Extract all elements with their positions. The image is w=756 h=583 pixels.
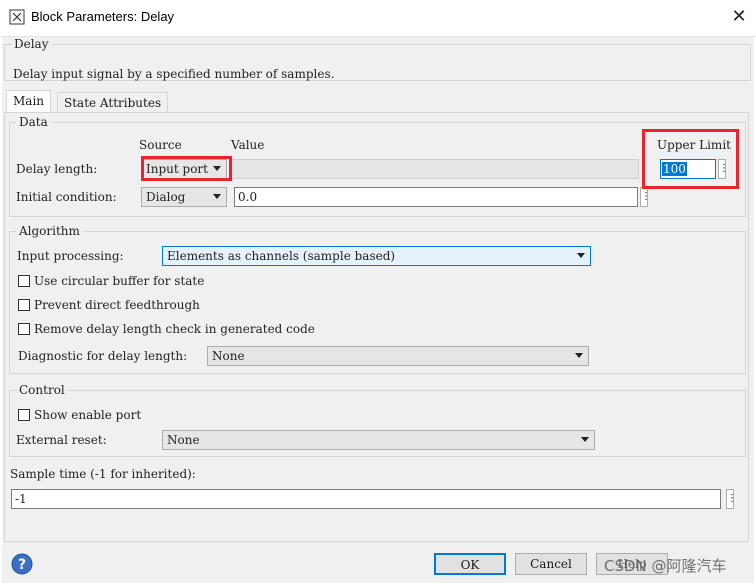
- sample-time-input[interactable]: -1: [11, 489, 721, 509]
- tab-state-attributes[interactable]: State Attributes: [57, 92, 169, 113]
- circular-buffer-checkbox[interactable]: [18, 275, 30, 287]
- delay-length-value-field: [231, 159, 639, 179]
- sample-time-more-icon[interactable]: ⋮: [726, 489, 737, 509]
- external-reset-dropdown[interactable]: None: [162, 430, 595, 450]
- remove-check-checkbox[interactable]: [18, 323, 30, 335]
- block-description-group: Delay Delay input signal by a specified …: [4, 37, 751, 81]
- external-reset-value: None: [167, 433, 200, 447]
- cancel-button[interactable]: Cancel: [515, 553, 587, 575]
- value-column-header: Value: [231, 138, 265, 152]
- help-icon[interactable]: ?: [11, 553, 33, 575]
- delay-length-label: Delay length:: [16, 162, 98, 176]
- initial-condition-label: Initial condition:: [16, 190, 117, 204]
- initial-condition-input[interactable]: 0.0: [234, 187, 638, 207]
- diagnostic-label: Diagnostic for delay length:: [18, 349, 188, 363]
- close-icon[interactable]: ✕: [726, 4, 752, 30]
- input-processing-dropdown[interactable]: Elements as channels (sample based): [162, 246, 591, 266]
- simulink-block-icon: [9, 9, 25, 25]
- initial-condition-source-value: Dialog: [146, 190, 186, 204]
- external-reset-label: External reset:: [16, 433, 107, 447]
- input-processing-label: Input processing:: [17, 249, 124, 263]
- dialog-panel: Delay Delay input signal by a specified …: [2, 37, 754, 583]
- chevron-down-icon: [575, 353, 583, 358]
- prevent-feedthrough-label: Prevent direct feedthrough: [34, 298, 200, 312]
- initial-condition-value: 0.0: [238, 190, 258, 204]
- chevron-down-icon: [213, 194, 221, 199]
- input-processing-value: Elements as channels (sample based): [167, 249, 396, 263]
- sample-time-label: Sample time (-1 for inherited):: [10, 467, 196, 481]
- source-highlight-box: [141, 156, 232, 181]
- remove-check-label: Remove delay length check in generated c…: [34, 322, 315, 336]
- ok-button[interactable]: OK: [434, 553, 506, 575]
- block-name: Delay: [14, 37, 49, 51]
- chevron-down-icon: [581, 437, 589, 442]
- watermark: CSDN @阿隆汽车: [604, 557, 727, 575]
- source-column-header: Source: [139, 138, 182, 152]
- chevron-down-icon: [577, 253, 585, 258]
- control-legend: Control: [19, 383, 65, 397]
- upper-limit-highlight-box: [642, 129, 739, 189]
- diagnostic-dropdown[interactable]: None: [207, 346, 589, 366]
- title-bar: Block Parameters: Delay ✕: [0, 0, 756, 37]
- algorithm-legend: Algorithm: [19, 224, 80, 238]
- circular-buffer-label: Use circular buffer for state: [34, 274, 205, 288]
- sample-time-value: -1: [15, 492, 27, 506]
- diagnostic-value: None: [212, 349, 245, 363]
- svg-text:?: ?: [18, 557, 26, 573]
- initial-condition-more-icon[interactable]: ⋮: [640, 187, 651, 207]
- prevent-feedthrough-checkbox[interactable]: [18, 299, 30, 311]
- window-title: Block Parameters: Delay: [31, 9, 175, 24]
- data-legend: Data: [19, 115, 48, 129]
- tab-main[interactable]: Main: [6, 90, 52, 113]
- block-description: Delay input signal by a specified number…: [13, 67, 335, 81]
- show-enable-checkbox[interactable]: [18, 409, 30, 421]
- show-enable-label: Show enable port: [34, 408, 142, 422]
- initial-condition-source-dropdown[interactable]: Dialog: [141, 187, 227, 207]
